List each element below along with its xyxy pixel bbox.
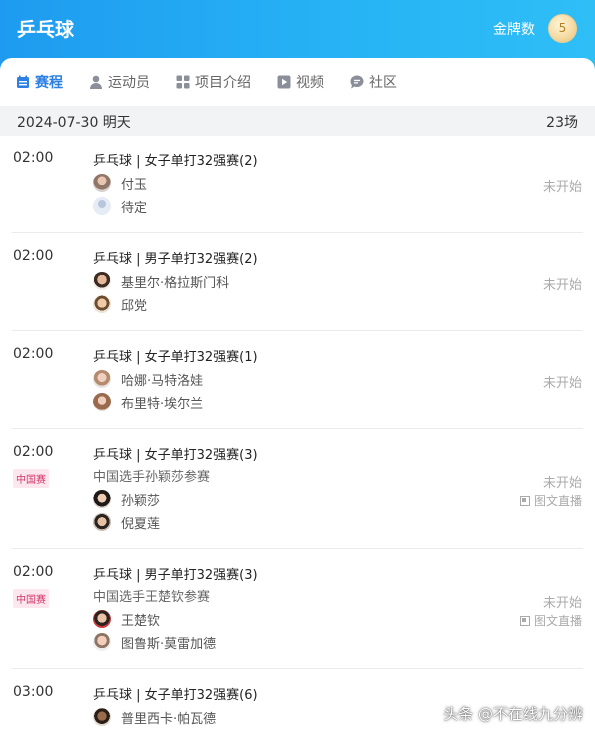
- divider: [12, 548, 583, 549]
- player-name: 基里尔·格拉斯门科: [121, 275, 230, 291]
- player-name: 普里西卡·帕瓦德: [121, 711, 217, 727]
- player-avatar: [93, 513, 111, 531]
- player-row: 邱党: [93, 294, 147, 314]
- match-count: 23场: [546, 115, 578, 131]
- match-status: 未开始: [542, 278, 582, 293]
- divider: [12, 428, 583, 429]
- calendar-icon: [17, 75, 29, 88]
- person-icon: [90, 75, 102, 89]
- match-time: 02:00: [13, 150, 54, 166]
- match-row[interactable]: 02:00 中国赛 乒乓球 | 男子单打32强赛(3) 中国选手王楚钦参赛 王楚…: [0, 564, 595, 669]
- player-row: 基里尔·格拉斯门科: [93, 271, 229, 291]
- match-event: 乒乓球 | 女子单打32强赛(1): [93, 350, 258, 365]
- match-event: 乒乓球 | 男子单打32强赛(2): [93, 252, 258, 267]
- player-row: 倪夏莲: [93, 512, 160, 532]
- match-event: 乒乓球 | 男子单打32强赛(3): [93, 568, 258, 583]
- player-row: 布里特·埃尔兰: [93, 392, 203, 412]
- tab-event-intro[interactable]: 项目介绍: [175, 72, 251, 92]
- china-match-badge: 中国赛: [13, 469, 49, 488]
- match-time: 02:00: [13, 564, 54, 580]
- player-name: 待定: [121, 200, 148, 216]
- player-avatar: [93, 708, 111, 726]
- china-match-badge: 中国赛: [13, 589, 49, 608]
- player-name: 图鲁斯·莫雷加德: [121, 636, 217, 652]
- player-avatar: [93, 490, 111, 508]
- player-row: 孙颖莎: [93, 489, 160, 509]
- player-avatar: [93, 295, 111, 313]
- player-name: 孙颖莎: [121, 493, 161, 509]
- tab-label: 视频: [296, 75, 324, 91]
- tab-label: 赛程: [35, 75, 63, 91]
- match-event: 乒乓球 | 女子单打32强赛(6): [93, 688, 258, 703]
- play-icon: [277, 75, 291, 89]
- live-text-icon: [519, 495, 530, 506]
- grid-icon: [176, 75, 190, 89]
- match-note: 中国选手孙颖莎参赛: [93, 470, 211, 485]
- player-name: 哈娜·马特洛娃: [121, 373, 204, 389]
- tab-label: 社区: [369, 75, 397, 91]
- medal-coin-icon[interactable]: 5: [548, 14, 577, 43]
- tab-bar: 赛程 运动员 项目介绍 视频 社区: [0, 58, 595, 106]
- tab-label: 项目介绍: [195, 75, 251, 91]
- player-avatar: [93, 272, 111, 290]
- medal-count-label[interactable]: 金牌数: [493, 19, 535, 39]
- player-avatar: [93, 393, 111, 411]
- divider: [12, 330, 583, 331]
- match-status: 未开始: [542, 376, 582, 391]
- match-row[interactable]: 02:00 乒乓球 | 女子单打32强赛(1) 哈娜·马特洛娃 布里特·埃尔兰 …: [0, 346, 595, 429]
- divider: [12, 232, 583, 233]
- live-text-link[interactable]: 图文直播: [519, 492, 582, 509]
- player-row: 付玉: [93, 173, 147, 193]
- player-avatar: [93, 174, 111, 192]
- live-text-label: 图文直播: [533, 614, 582, 628]
- watermark: 头条 @不在线九分辨: [443, 705, 583, 723]
- live-text-label: 图文直播: [533, 494, 582, 508]
- chat-icon: [350, 75, 364, 89]
- player-name: 邱党: [121, 298, 148, 314]
- live-text-link[interactable]: 图文直播: [519, 612, 582, 629]
- player-name: 王楚钦: [121, 613, 161, 629]
- match-event: 乒乓球 | 女子单打32强赛(3): [93, 448, 258, 463]
- tab-schedule[interactable]: 赛程: [15, 72, 63, 92]
- live-text-icon: [519, 615, 530, 626]
- divider: [12, 668, 583, 669]
- date-header: 2024-07-30 明天 23场: [0, 106, 595, 136]
- player-row: 图鲁斯·莫雷加德: [93, 632, 216, 652]
- match-time: 02:00: [13, 444, 54, 460]
- player-avatar: [93, 610, 111, 628]
- player-row: 待定: [93, 196, 147, 216]
- player-avatar: [93, 197, 111, 215]
- player-row: 哈娜·马特洛娃: [93, 369, 203, 389]
- match-date: 2024-07-30 明天: [17, 115, 131, 131]
- player-name: 付玉: [121, 177, 148, 193]
- page-title: 乒乓球: [17, 19, 75, 41]
- match-event: 乒乓球 | 女子单打32强赛(2): [93, 154, 258, 169]
- match-note: 中国选手王楚钦参赛: [93, 590, 211, 605]
- match-status: 未开始: [542, 180, 582, 195]
- match-time: 02:00: [13, 248, 54, 264]
- match-status: 未开始: [542, 596, 582, 611]
- player-row: 普里西卡·帕瓦德: [93, 707, 216, 727]
- player-avatar: [93, 370, 111, 388]
- tab-community[interactable]: 社区: [349, 72, 397, 92]
- player-name: 布里特·埃尔兰: [121, 396, 204, 412]
- tab-video[interactable]: 视频: [276, 72, 324, 92]
- player-avatar: [93, 633, 111, 651]
- match-time: 03:00: [13, 684, 54, 700]
- tab-athletes[interactable]: 运动员: [88, 72, 150, 92]
- player-name: 倪夏莲: [121, 516, 161, 532]
- match-row[interactable]: 02:00 乒乓球 | 男子单打32强赛(2) 基里尔·格拉斯门科 邱党 未开始: [0, 248, 595, 331]
- player-row: 王楚钦: [93, 609, 160, 629]
- match-time: 02:00: [13, 346, 54, 362]
- match-status: 未开始: [542, 476, 582, 491]
- match-row[interactable]: 02:00 中国赛 乒乓球 | 女子单打32强赛(3) 中国选手孙颖莎参赛 孙颖…: [0, 444, 595, 549]
- tab-label: 运动员: [108, 75, 150, 91]
- match-row[interactable]: 02:00 乒乓球 | 女子单打32强赛(2) 付玉 待定 未开始: [0, 150, 595, 233]
